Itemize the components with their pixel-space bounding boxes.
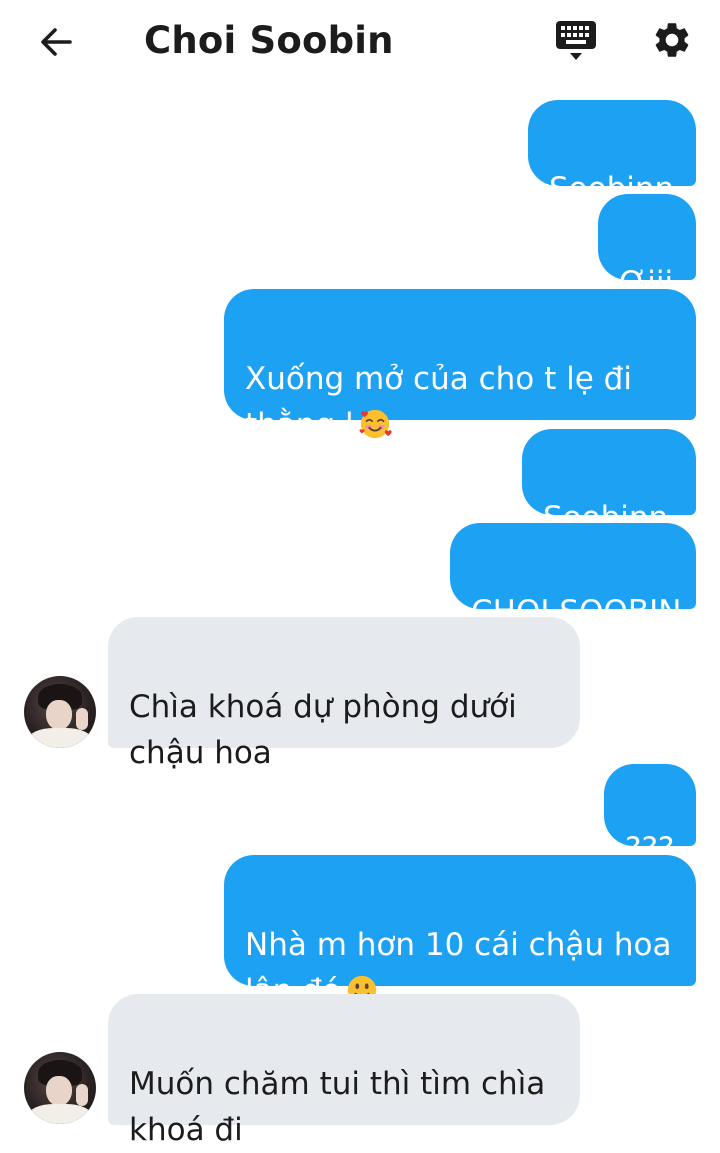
message-received[interactable]: Chìa khoá dự phòng dưới chậu hoa	[108, 617, 580, 771]
message-text: Chìa khoá dự phòng dưới chậu hoa	[129, 689, 517, 771]
avatar[interactable]	[24, 676, 96, 748]
message-sent[interactable]: ???	[604, 764, 696, 867]
smiling-face-with-hearts-icon	[359, 409, 392, 439]
back-button[interactable]	[34, 20, 78, 64]
gear-icon	[655, 23, 689, 57]
avatar[interactable]	[24, 1052, 96, 1124]
contact-name: Choi Soobin	[144, 19, 394, 62]
message-sent[interactable]: Soobinn	[522, 429, 696, 536]
keyboard-icon	[556, 21, 596, 60]
message-sent[interactable]: Xuống mở của cho t lẹ đi thằng l	[224, 289, 696, 443]
message-received[interactable]: Muốn chăm tui thì tìm chìa khoá đi	[108, 994, 580, 1148]
arrow-left-icon	[41, 28, 72, 56]
chat-header: Choi Soobin	[0, 0, 720, 84]
message-sent[interactable]: Ơiii	[598, 194, 696, 301]
message-sent[interactable]: Nhà m hơn 10 cái chậu hoa lận đó	[224, 855, 696, 1009]
message-text: Muốn chăm tui thì tìm chìa khoá đi	[129, 1066, 546, 1148]
settings-button[interactable]	[648, 16, 696, 64]
message-sent[interactable]: Soobinn	[528, 100, 696, 207]
message-sent[interactable]: CHOI SOOBIN	[450, 523, 696, 630]
keyboard-button[interactable]	[552, 16, 600, 64]
